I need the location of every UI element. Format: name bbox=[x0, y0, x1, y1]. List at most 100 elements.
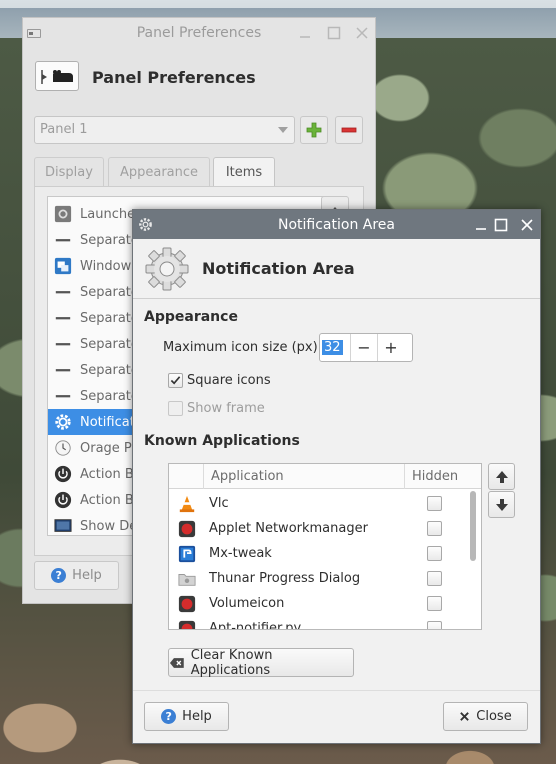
panel-preferences-titlebar[interactable]: Panel Preferences bbox=[23, 18, 375, 48]
launcher-icon bbox=[53, 204, 73, 224]
table-row[interactable]: Thunar Progress Dialog bbox=[169, 566, 469, 591]
header-divider bbox=[133, 298, 540, 299]
help-icon: ? bbox=[161, 709, 177, 724]
hidden-checkbox[interactable] bbox=[427, 521, 442, 536]
separator-icon bbox=[53, 360, 73, 380]
close-x-icon bbox=[460, 712, 470, 721]
list-item-label: Separato bbox=[80, 362, 139, 378]
hidden-checkbox[interactable] bbox=[427, 596, 442, 611]
red-record-icon bbox=[177, 619, 197, 629]
list-item-label: Separato bbox=[80, 310, 139, 326]
show-frame-checkbox[interactable] bbox=[168, 401, 183, 416]
gear-icon[interactable] bbox=[138, 217, 153, 236]
list-header: Application Hidden bbox=[169, 464, 481, 489]
window-buttons-icon bbox=[53, 256, 73, 276]
separator-icon bbox=[53, 334, 73, 354]
column-hidden[interactable]: Hidden bbox=[412, 464, 458, 489]
list-item-label: Show De bbox=[80, 518, 138, 534]
app-name: Mx-tweak bbox=[209, 546, 272, 561]
panel-preferences-header: Panel Preferences bbox=[92, 68, 256, 87]
hidden-checkbox[interactable] bbox=[427, 621, 442, 629]
notification-area-window: Notification Area Notification Area Appe… bbox=[132, 209, 541, 744]
close-icon[interactable] bbox=[518, 216, 536, 234]
known-applications-heading: Known Applications bbox=[144, 433, 300, 449]
list-item-label: Separato bbox=[80, 232, 139, 248]
max-icon-size-label: Maximum icon size (px): bbox=[163, 340, 323, 355]
help-label: Help bbox=[182, 709, 212, 724]
table-row[interactable]: Applet Networkmanager bbox=[169, 516, 469, 541]
square-icons-label[interactable]: Square icons bbox=[187, 373, 271, 388]
list-item-label: Window bbox=[80, 258, 132, 274]
show-frame-label: Show frame bbox=[187, 401, 265, 416]
clear-icon bbox=[169, 657, 184, 668]
list-item-label: Separato bbox=[80, 388, 139, 404]
app-name: Applet Networkmanager bbox=[209, 521, 368, 536]
separator-icon bbox=[53, 308, 73, 328]
help-icon: ? bbox=[51, 568, 67, 583]
list-item-label: Action B bbox=[80, 466, 134, 482]
hidden-checkbox[interactable] bbox=[427, 546, 442, 561]
hidden-checkbox[interactable] bbox=[427, 496, 442, 511]
move-up-button[interactable] bbox=[488, 463, 515, 490]
list-item-label: Separato bbox=[80, 336, 139, 352]
square-icons-checkbox[interactable] bbox=[168, 373, 183, 388]
app-name: Vlc bbox=[209, 496, 229, 511]
red-record-icon bbox=[177, 594, 197, 614]
list-scrollbar[interactable] bbox=[470, 491, 476, 561]
clock-icon bbox=[53, 438, 73, 458]
tab-items[interactable]: Items bbox=[213, 157, 275, 187]
minimize-icon[interactable] bbox=[296, 24, 314, 42]
plus-icon bbox=[306, 122, 322, 138]
remove-panel-button[interactable] bbox=[335, 116, 363, 144]
vlc-cone-icon bbox=[177, 494, 197, 514]
app-name: Volumeicon bbox=[209, 596, 285, 611]
max-icon-size-input[interactable]: 32 bbox=[320, 334, 350, 361]
column-application[interactable]: Application bbox=[203, 464, 405, 489]
power-icon bbox=[53, 490, 73, 510]
gear-large-icon bbox=[144, 246, 190, 292]
help-button[interactable]: ? Help bbox=[144, 702, 229, 731]
increment-button[interactable]: + bbox=[377, 334, 404, 361]
maximize-icon[interactable] bbox=[325, 24, 343, 42]
close-label: Close bbox=[476, 709, 512, 724]
clear-known-applications-button[interactable]: Clear Known Applications bbox=[168, 647, 354, 678]
table-row[interactable]: Vlc bbox=[169, 491, 469, 516]
app-name: Thunar Progress Dialog bbox=[209, 571, 361, 586]
move-down-button[interactable] bbox=[488, 491, 515, 518]
tab-display[interactable]: Display bbox=[34, 157, 104, 187]
clear-label: Clear Known Applications bbox=[190, 647, 273, 678]
table-row[interactable]: Apt-notifier.py bbox=[169, 616, 469, 630]
notification-area-titlebar[interactable]: Notification Area bbox=[133, 210, 540, 239]
panel-icon bbox=[35, 61, 79, 91]
separator-icon bbox=[53, 230, 73, 250]
chevron-down-icon bbox=[278, 127, 288, 133]
maximize-icon[interactable] bbox=[492, 216, 510, 234]
decrement-button[interactable]: − bbox=[350, 334, 377, 361]
arrow-down-icon bbox=[495, 498, 508, 511]
footer-divider bbox=[133, 690, 540, 691]
list-item-label: Separato bbox=[80, 284, 139, 300]
add-panel-button[interactable] bbox=[300, 116, 328, 144]
red-record-icon bbox=[177, 519, 197, 539]
separator-icon bbox=[53, 386, 73, 406]
minus-icon bbox=[341, 127, 357, 133]
close-button[interactable]: Close bbox=[443, 702, 528, 731]
window-title: Panel Preferences bbox=[136, 25, 262, 41]
panel-select-value: Panel 1 bbox=[40, 122, 88, 137]
close-icon[interactable] bbox=[353, 24, 371, 42]
panel-select[interactable]: Panel 1 bbox=[34, 116, 295, 144]
minimize-icon[interactable] bbox=[472, 216, 490, 234]
help-button[interactable]: ? Help bbox=[34, 561, 119, 590]
app-name: Apt-notifier.py bbox=[209, 621, 302, 630]
arrow-up-icon bbox=[495, 470, 508, 483]
hidden-checkbox[interactable] bbox=[427, 571, 442, 586]
max-icon-size-value: 32 bbox=[322, 340, 343, 355]
folder-icon bbox=[177, 569, 197, 589]
separator-icon bbox=[53, 282, 73, 302]
table-row[interactable]: Mx-tweak bbox=[169, 541, 469, 566]
table-row[interactable]: Volumeicon bbox=[169, 591, 469, 616]
window-menu-icon[interactable] bbox=[27, 29, 41, 38]
max-icon-size-spinner[interactable]: 32 − + bbox=[319, 333, 413, 362]
known-applications-list[interactable]: Application Hidden Vlc Applet Networkman… bbox=[168, 463, 482, 630]
tab-appearance[interactable]: Appearance bbox=[108, 157, 210, 187]
